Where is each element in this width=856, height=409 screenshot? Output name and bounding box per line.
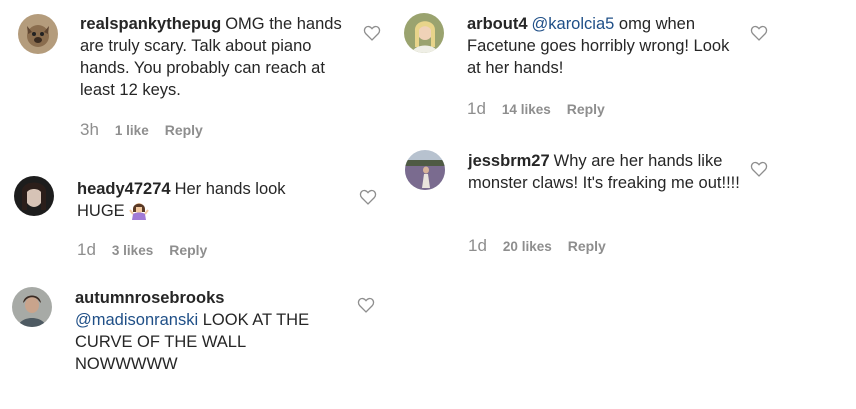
comment-body: heady47274 Her hands look HUGE [77, 178, 317, 222]
avatar-heady47274[interactable] [14, 176, 54, 216]
comment-meta: 3h 1 like Reply [80, 120, 203, 140]
person-avatar-image [14, 176, 54, 216]
comment-likes[interactable]: 14 likes [502, 102, 551, 117]
comment-meta: 1d 20 likes Reply [468, 236, 606, 256]
comment-username[interactable]: autumnrosebrooks [75, 289, 224, 307]
comment-username[interactable]: realspankythepug [80, 15, 221, 33]
comment-meta: 1d 14 likes Reply [467, 99, 605, 119]
reply-button[interactable]: Reply [567, 101, 605, 117]
like-heart-button[interactable] [359, 189, 377, 205]
comment-body: jessbrm27 Why are her hands like monster … [468, 150, 740, 194]
comment-body: autumnrosebrooks @madisonranski LOOK AT … [75, 287, 335, 375]
comment-body: realspankythepug OMG the hands are truly … [80, 13, 342, 101]
comment-time: 1d [467, 99, 486, 118]
like-heart-button[interactable] [750, 161, 768, 177]
comment-likes[interactable]: 20 likes [503, 239, 552, 254]
like-heart-button[interactable] [750, 25, 768, 41]
comment-body: arbout4 @karolcia5 omg when Facetune goes… [467, 13, 737, 79]
comment-meta: 1d 3 likes Reply [77, 240, 207, 260]
comment-mention[interactable]: @karolcia5 [532, 15, 615, 33]
woman-shrugging-emoji [129, 200, 150, 220]
reply-button[interactable]: Reply [568, 238, 606, 254]
heart-outline-icon [750, 161, 768, 177]
like-heart-button[interactable] [357, 297, 375, 313]
comment-mention[interactable]: @madisonranski [75, 311, 198, 329]
comment-username[interactable]: jessbrm27 [468, 152, 550, 170]
comment-time: 3h [80, 120, 99, 139]
heart-outline-icon [750, 25, 768, 41]
heart-outline-icon [363, 25, 381, 41]
like-heart-button[interactable] [363, 25, 381, 41]
comment-likes[interactable]: 3 likes [112, 243, 153, 258]
comment-likes[interactable]: 1 like [115, 123, 149, 138]
comment-time: 1d [77, 240, 96, 259]
avatar-autumnrosebrooks[interactable] [12, 287, 52, 327]
comment-time: 1d [468, 236, 487, 255]
avatar-arbout4[interactable] [404, 13, 444, 53]
avatar-realspankythepug[interactable] [18, 14, 58, 54]
pug-avatar-image [18, 14, 58, 54]
comment-username[interactable]: heady47274 [77, 180, 171, 198]
person-in-field-avatar-image [405, 150, 445, 190]
person-avatar-image [404, 13, 444, 53]
heart-outline-icon [357, 297, 375, 313]
person-avatar-image [12, 287, 52, 327]
comment-username[interactable]: arbout4 [467, 15, 528, 33]
avatar-jessbrm27[interactable] [405, 150, 445, 190]
reply-button[interactable]: Reply [165, 122, 203, 138]
reply-button[interactable]: Reply [169, 242, 207, 258]
heart-outline-icon [359, 189, 377, 205]
